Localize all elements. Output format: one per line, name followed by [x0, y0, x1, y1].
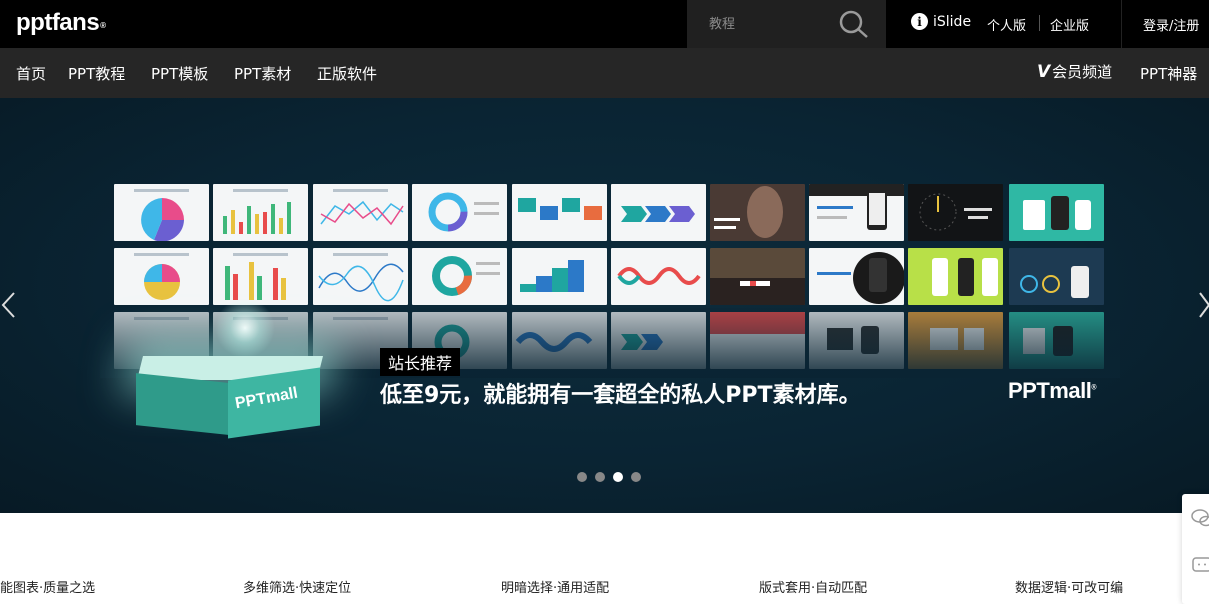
- template-thumbnail: [1009, 184, 1104, 241]
- search-icon[interactable]: [837, 8, 871, 40]
- floating-sidebar: [1182, 494, 1209, 604]
- enterprise-edition-link[interactable]: 企业版: [1050, 15, 1089, 34]
- wechat-icon[interactable]: [1190, 506, 1209, 530]
- template-thumbnail: [313, 248, 408, 305]
- chat-icon[interactable]: [1190, 554, 1209, 578]
- sparkle-glow: [215, 298, 275, 358]
- template-thumbnail: [213, 248, 308, 305]
- template-thumbnail: [611, 248, 706, 305]
- search-box: [687, 0, 886, 48]
- template-thumbnail: [412, 248, 507, 305]
- vip-icon: V: [1037, 61, 1051, 82]
- personal-edition-link[interactable]: 个人版: [987, 15, 1026, 34]
- nav-item-materials[interactable]: PPT素材: [234, 63, 291, 84]
- chevron-left-icon[interactable]: [0, 290, 18, 320]
- template-thumbnail: [114, 248, 209, 305]
- carousel-dot[interactable]: [595, 472, 605, 482]
- carousel-dot[interactable]: [631, 472, 641, 482]
- feature-item: 多维筛选·快速定位: [243, 581, 352, 596]
- carousel-dot[interactable]: [577, 472, 587, 482]
- feature-item: 能图表·质量之选: [0, 581, 96, 596]
- login-register-link[interactable]: 登录/注册: [1143, 15, 1199, 34]
- feature-strip: 能图表·质量之选 多维筛选·快速定位 明暗选择·通用适配 版式套用·自动匹配 数…: [0, 577, 1209, 599]
- divider: [1121, 0, 1122, 48]
- islide-icon: i: [911, 13, 928, 30]
- template-thumbnail: [611, 184, 706, 241]
- template-thumbnail: [313, 184, 408, 241]
- islide-label: iSlide: [933, 13, 972, 30]
- template-thumbnail: [213, 184, 308, 241]
- brand-registered-mark: ®: [1091, 384, 1096, 392]
- template-thumbnail: [1009, 248, 1104, 305]
- template-thumbnail: [412, 184, 507, 241]
- logo-registered-mark: ®: [100, 21, 106, 30]
- template-thumbnail: [114, 184, 209, 241]
- nav-item-home[interactable]: 首页: [16, 63, 46, 84]
- vip-channel-link[interactable]: V 会员频道: [1037, 61, 1112, 82]
- template-thumbnail: [710, 248, 805, 305]
- islide-link[interactable]: i iSlide: [911, 13, 971, 30]
- template-thumbnail: [809, 184, 904, 241]
- divider: [1039, 15, 1040, 31]
- brand-text: PPTmall: [1008, 378, 1092, 403]
- recommend-badge: 站长推荐: [380, 348, 461, 376]
- template-thumbnail: [512, 184, 607, 241]
- nav-item-software[interactable]: 正版软件: [317, 63, 377, 84]
- pptmall-logo[interactable]: PPTmall®: [1008, 378, 1096, 404]
- template-thumbnail: [809, 248, 904, 305]
- carousel-dot-active[interactable]: [613, 472, 623, 482]
- feature-item: 数据逻辑·可改可编: [1015, 581, 1124, 596]
- search-input[interactable]: [709, 12, 849, 36]
- main-nav: 首页 PPT教程 PPT模板 PPT素材 正版软件 V 会员频道 PPT神器: [0, 48, 1209, 98]
- template-thumbnail: [908, 184, 1003, 241]
- template-thumbnail: [908, 248, 1003, 305]
- banner-headline[interactable]: 低至9元，就能拥有一套超全的私人PPT素材库。: [380, 377, 861, 409]
- banner-carousel[interactable]: PPTmall 站长推荐 低至9元，就能拥有一套超全的私人PPT素材库。 PPT…: [0, 98, 1209, 513]
- nav-item-templates[interactable]: PPT模板: [151, 63, 208, 84]
- top-bar: pptfans® i iSlide 个人版 企业版 登录/注册: [0, 0, 1209, 48]
- feature-item: 明暗选择·通用适配: [501, 581, 610, 596]
- template-thumbnail: [512, 248, 607, 305]
- feature-item: 版式套用·自动匹配: [759, 581, 868, 596]
- logo-text: pptfans: [16, 9, 100, 36]
- site-logo[interactable]: pptfans®: [16, 9, 106, 37]
- carousel-indicators: [577, 472, 641, 482]
- nav-item-tutorials[interactable]: PPT教程: [68, 63, 125, 84]
- vip-label: 会员频道: [1052, 63, 1113, 81]
- template-thumbnail: [710, 184, 805, 241]
- chevron-right-icon[interactable]: [1196, 290, 1209, 320]
- nav-item-ppt-tools[interactable]: PPT神器: [1140, 63, 1197, 84]
